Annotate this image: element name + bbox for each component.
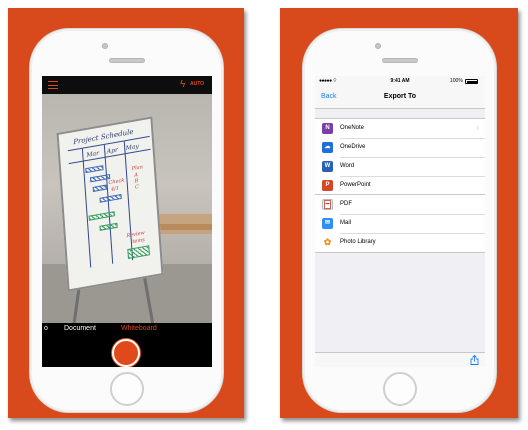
whiteboard-note: Plan <box>131 164 144 173</box>
export-to-screen: ●●●●● ⌔ 9:41 AM 100% Back Export To N On… <box>315 76 485 367</box>
whiteboard-note: C <box>134 183 140 191</box>
camera-viewfinder: Project Schedule Mar Apr May Check 4/1 P… <box>42 94 212 323</box>
speaker-grille <box>382 58 418 63</box>
export-onenote-row[interactable]: N OneNote › <box>315 119 485 138</box>
camera-top-bar: ϟ AUTO <box>42 76 212 94</box>
row-label: PowerPoint <box>340 182 371 188</box>
status-bar: ●●●●● ⌔ 9:41 AM 100% <box>315 76 485 87</box>
export-photo-library-row[interactable]: ✿ Photo Library <box>315 233 485 252</box>
share-icon[interactable] <box>470 355 479 365</box>
battery-percent: 100% <box>450 78 463 84</box>
row-label: PDF <box>340 201 352 207</box>
background-wall-trim-shadow <box>152 224 212 230</box>
row-label: Photo Library <box>340 239 376 245</box>
other-destinations-list: PDF ✉ Mail ✿ Photo Library <box>315 194 485 253</box>
row-label: Mail <box>340 220 352 226</box>
home-button[interactable] <box>383 372 417 406</box>
mode-document[interactable]: Document <box>64 325 96 332</box>
schedule-bar <box>99 193 122 203</box>
phone-left: ϟ AUTO Project Schedule Mar Apr May Chec… <box>29 28 224 413</box>
bottom-toolbar <box>315 352 485 367</box>
row-label: Word <box>340 163 355 169</box>
onenote-icon: N <box>322 123 333 134</box>
page-title: Export To <box>383 93 417 100</box>
whiteboard-photo: Project Schedule Mar Apr May Check 4/1 P… <box>56 116 164 292</box>
export-onedrive-row[interactable]: ☁ OneDrive <box>315 138 485 157</box>
row-label: OneNote <box>340 125 365 131</box>
battery-icon <box>465 79 478 84</box>
navigation-bar: Back Export To <box>315 87 485 109</box>
mode-whiteboard[interactable]: Whiteboard <box>121 325 157 332</box>
export-powerpoint-row[interactable]: P PowerPoint <box>315 176 485 195</box>
mail-icon: ✉ <box>322 218 333 229</box>
mode-photo-partial[interactable]: o <box>44 325 48 332</box>
export-pdf-row[interactable]: PDF <box>315 195 485 214</box>
word-icon: W <box>322 161 333 172</box>
schedule-bar <box>99 222 118 231</box>
export-mail-row[interactable]: ✉ Mail <box>315 214 485 233</box>
schedule-bar <box>85 165 104 174</box>
front-camera <box>102 43 108 49</box>
home-button[interactable] <box>110 372 144 406</box>
pdf-icon <box>322 199 333 210</box>
powerpoint-icon: P <box>322 180 333 191</box>
onedrive-icon: ☁ <box>322 142 333 153</box>
whiteboard-line <box>103 144 114 264</box>
phone-right: ●●●●● ⌔ 9:41 AM 100% Back Export To N On… <box>302 28 497 413</box>
flash-mode-label[interactable]: AUTO <box>190 81 204 87</box>
speaker-grille <box>109 58 145 63</box>
whiteboard-note: 4/1 <box>110 185 120 193</box>
menu-icon[interactable] <box>48 81 58 89</box>
office-lens-screen: ϟ AUTO Project Schedule Mar Apr May Chec… <box>42 76 212 367</box>
row-label: OneDrive <box>340 144 366 150</box>
photo-library-icon: ✿ <box>322 237 333 248</box>
export-word-row[interactable]: W Word <box>315 157 485 176</box>
chevron-right-icon: › <box>476 123 479 132</box>
front-camera <box>375 43 381 49</box>
schedule-bar <box>88 211 115 221</box>
flash-icon[interactable]: ϟ <box>180 79 185 90</box>
shutter-button[interactable] <box>112 339 140 367</box>
office-apps-list: N OneNote › ☁ OneDrive W Word P PowerPoi… <box>315 118 485 196</box>
whiteboard-note: items <box>130 237 145 246</box>
capture-mode-bar: o Document Whiteboard <box>42 323 212 337</box>
schedule-bar <box>92 184 107 192</box>
